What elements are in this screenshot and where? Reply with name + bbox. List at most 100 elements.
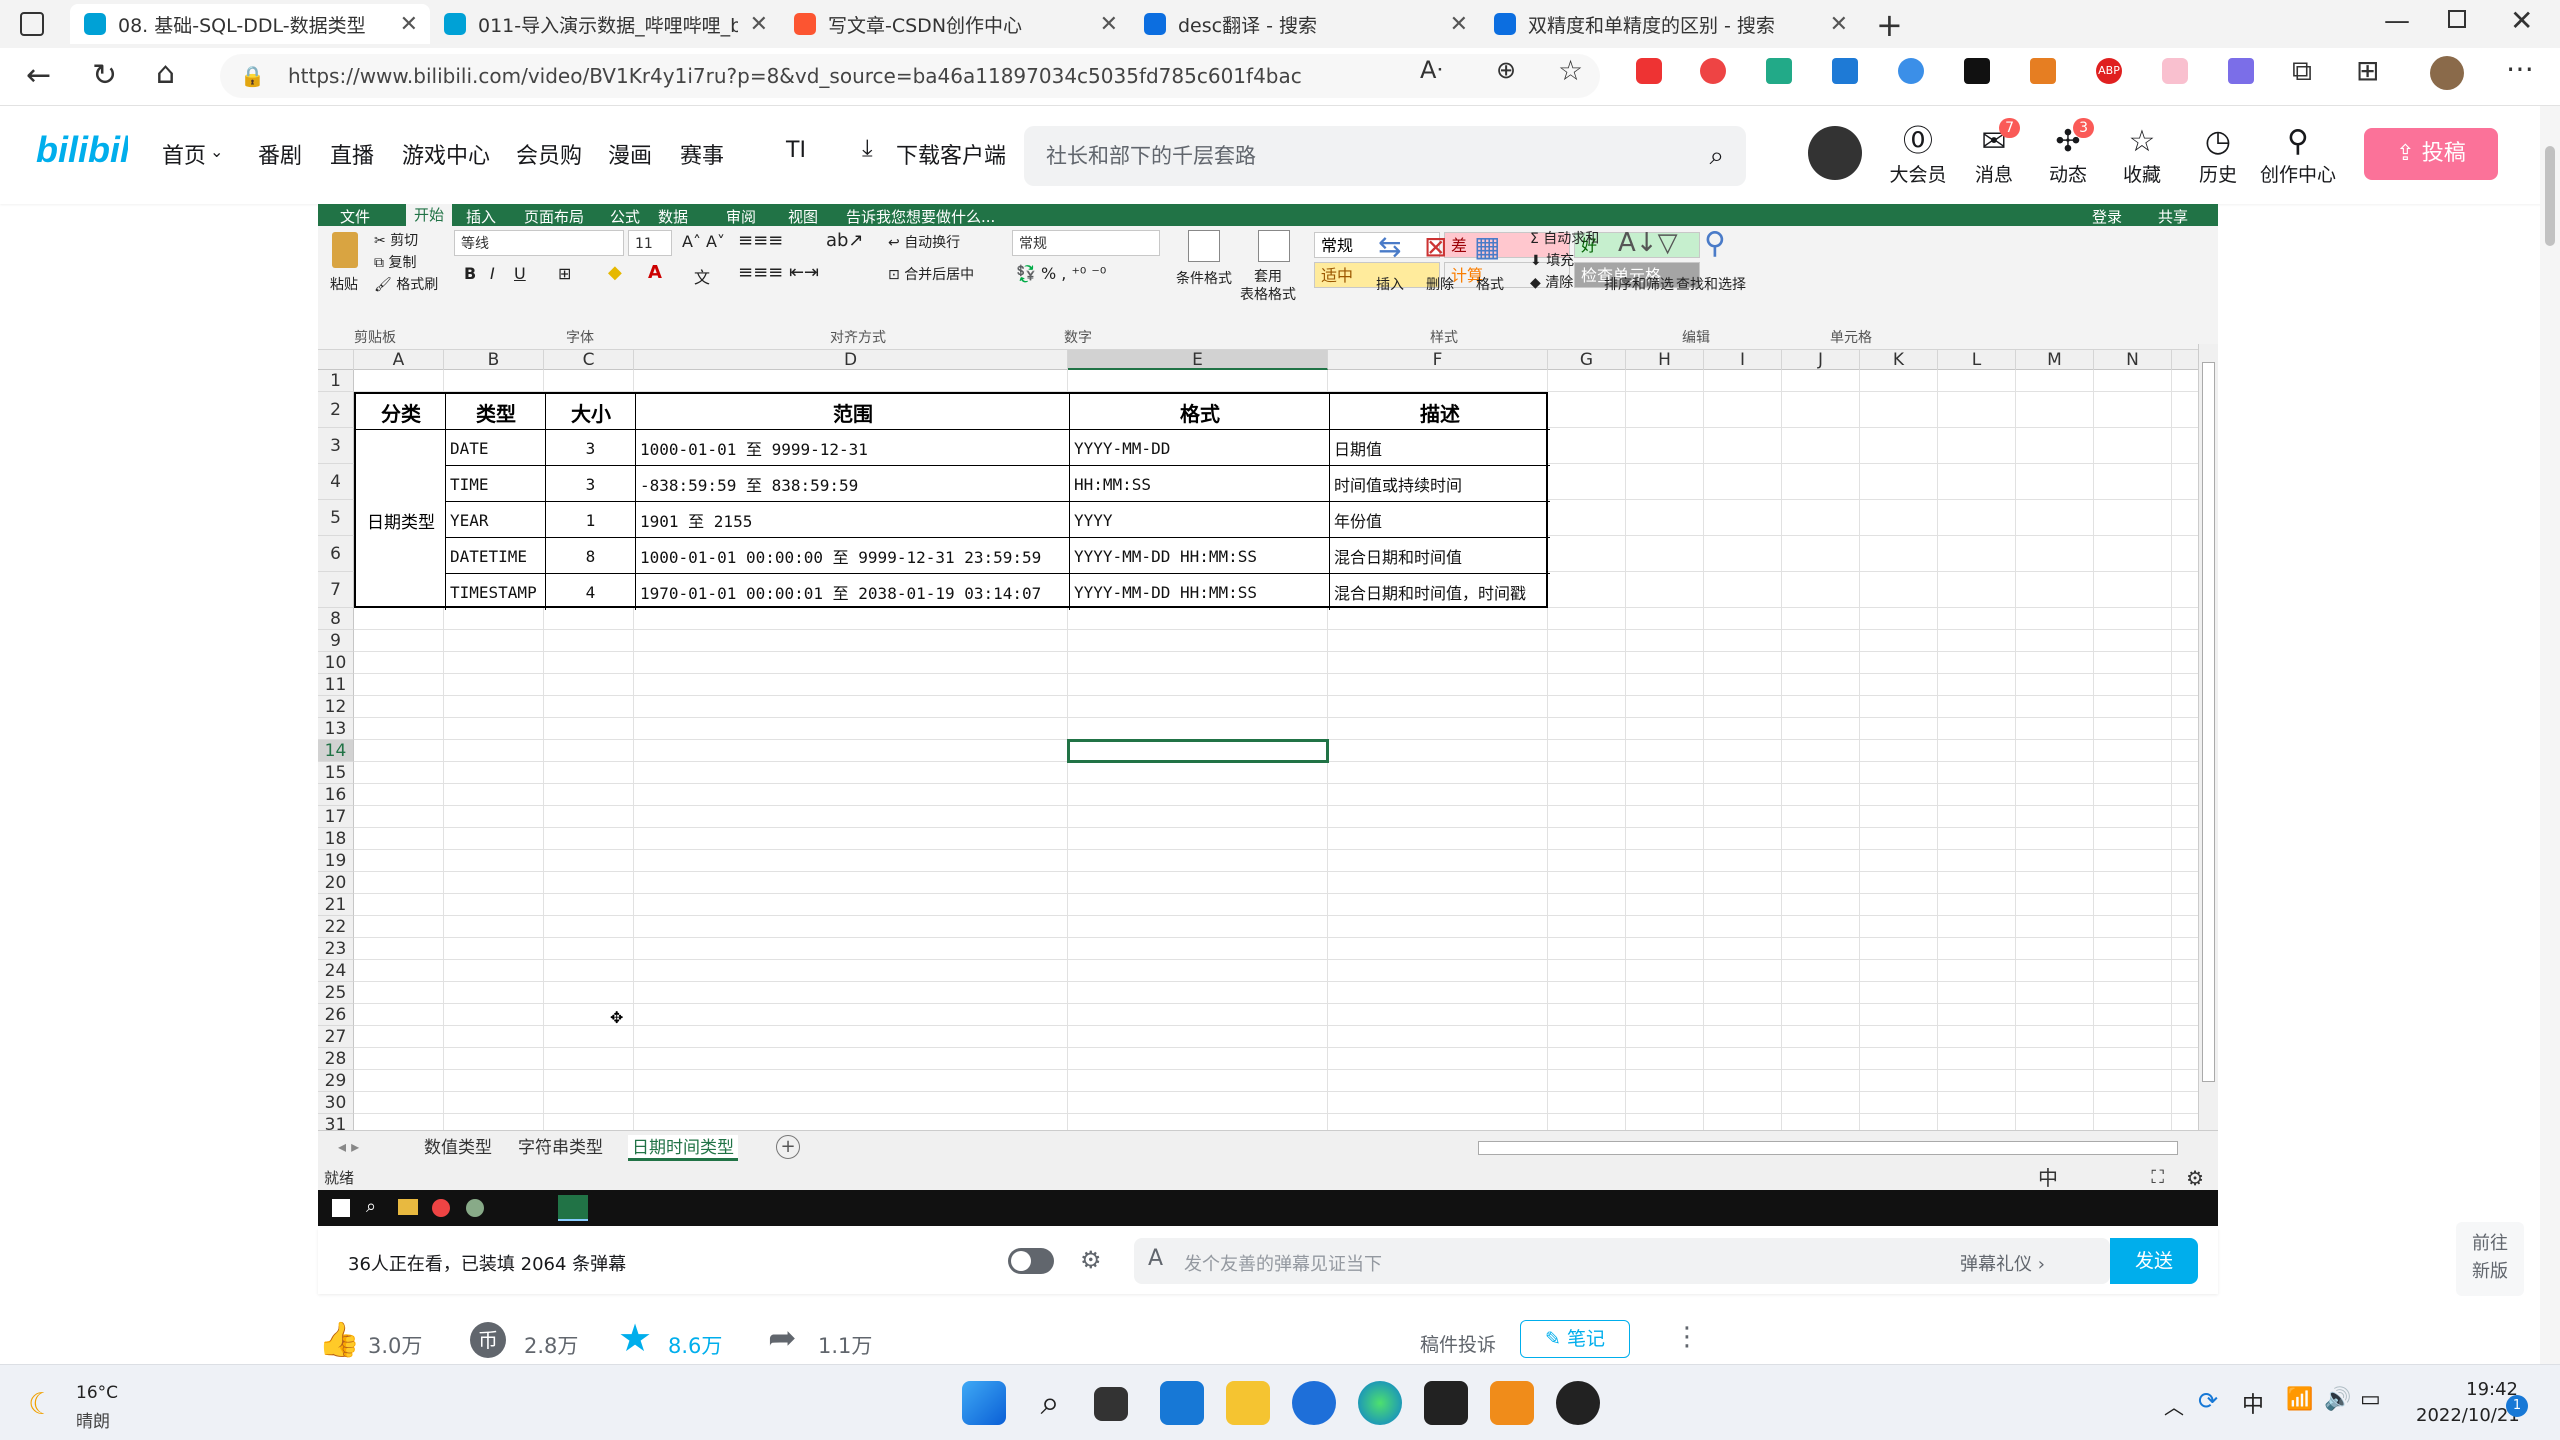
- row-header[interactable]: 16: [318, 784, 354, 806]
- row-header[interactable]: 7: [318, 572, 354, 608]
- nav-item[interactable]: 直播: [330, 138, 374, 170]
- battery-icon[interactable]: ▭: [2360, 1387, 2381, 1412]
- github-icon[interactable]: [1556, 1381, 1600, 1425]
- extension-icon[interactable]: [1766, 58, 1792, 84]
- italic-icon[interactable]: I: [490, 264, 495, 283]
- column-header[interactable]: M: [2016, 350, 2094, 370]
- conditional-format-button[interactable]: 条件格式: [1176, 268, 1232, 288]
- row-header[interactable]: 2: [318, 392, 354, 428]
- column-header[interactable]: K: [1860, 350, 1938, 370]
- wrap-text-button[interactable]: ↩ 自动换行: [888, 232, 960, 252]
- sheet-tab[interactable]: 日期时间类型: [628, 1135, 738, 1161]
- paste-icon[interactable]: [332, 232, 358, 268]
- header-message-item[interactable]: ✉ 消息 7: [1958, 118, 2030, 187]
- row-header[interactable]: 5: [318, 500, 354, 536]
- nav-item[interactable]: 番剧: [258, 138, 302, 170]
- weather-moon-icon[interactable]: ☾: [28, 1387, 55, 1422]
- table-cell[interactable]: 1000-01-01 至 9999-12-31: [636, 430, 1069, 466]
- terminal-icon[interactable]: [1424, 1381, 1468, 1425]
- page-scrollbar-thumb[interactable]: [2545, 146, 2555, 246]
- row-header[interactable]: 31: [318, 1114, 354, 1130]
- table-cell[interactable]: 时间值或持续时间: [1330, 466, 1549, 502]
- download-client-link[interactable]: 下载客户端: [896, 138, 1006, 170]
- table-cell[interactable]: 1: [546, 502, 635, 538]
- font-grow-icon[interactable]: A˄ A˅: [682, 232, 725, 251]
- ribbon-tab[interactable]: 插入: [466, 206, 496, 227]
- copy-button[interactable]: ⧉ 复制: [374, 252, 416, 272]
- table-cell[interactable]: 混合日期和时间值，时间戳: [1330, 574, 1549, 610]
- user-avatar[interactable]: [1808, 126, 1862, 180]
- chevron-down-icon[interactable]: ⌄: [210, 142, 223, 161]
- table-cell[interactable]: 4: [546, 574, 635, 610]
- more-options-icon[interactable]: ⋮: [1674, 1322, 1700, 1352]
- table-cell[interactable]: DATE: [446, 430, 545, 466]
- header-star-item[interactable]: ☆ 收藏: [2106, 124, 2178, 187]
- header-dynamic-item[interactable]: ✣ 动态 3: [2032, 118, 2104, 187]
- close-tab-icon[interactable]: ✕: [1830, 12, 1848, 37]
- windows-start-icon[interactable]: [962, 1381, 1006, 1425]
- adblock-icon[interactable]: ABP: [2096, 58, 2122, 84]
- table-cell[interactable]: YYYY-MM-DD HH:MM:SS: [1070, 574, 1329, 610]
- delete-cells-icon[interactable]: ⊠: [1424, 230, 1447, 263]
- wifi-icon[interactable]: 📶: [2286, 1387, 2313, 1412]
- extension-icon[interactable]: [1898, 58, 1924, 84]
- fill-button[interactable]: ⬇ 填充: [1530, 250, 1574, 270]
- back-icon[interactable]: ←: [26, 58, 51, 93]
- autosum-button[interactable]: Σ 自动求和: [1530, 228, 1599, 248]
- file-explorer-icon[interactable]: [1226, 1381, 1270, 1425]
- column-header[interactable]: D: [634, 350, 1068, 370]
- url-field[interactable]: 🔒 https://www.bilibili.com/video/BV1Kr4y…: [220, 54, 1600, 98]
- old-version-switch[interactable]: 前往 新版: [2456, 1222, 2524, 1296]
- column-header[interactable]: B: [444, 350, 544, 370]
- profile-avatar[interactable]: [2430, 56, 2464, 90]
- row-header[interactable]: 13: [318, 718, 354, 740]
- cell-style-swatch[interactable]: 常规: [1314, 232, 1440, 258]
- align-vertical-icons[interactable]: ≡≡≡: [738, 230, 783, 251]
- row-header[interactable]: 11: [318, 674, 354, 696]
- insert-cells-button[interactable]: 插入: [1376, 274, 1404, 294]
- favorite-star-icon[interactable]: ☆: [1558, 54, 1583, 87]
- column-header[interactable]: H: [1626, 350, 1704, 370]
- row-header[interactable]: 9: [318, 630, 354, 652]
- app-available-icon[interactable]: ⊕: [1496, 56, 1516, 84]
- table-cell[interactable]: 3: [546, 466, 635, 502]
- table-cell[interactable]: YYYY-MM-DD: [1070, 430, 1329, 466]
- danmaku-settings-icon[interactable]: ⚙: [1080, 1246, 1102, 1274]
- sync-icon[interactable]: ⟳: [2198, 1387, 2218, 1415]
- browser-tab[interactable]: 011-导入演示数据_哔哩哔哩_bili ✕: [430, 4, 780, 44]
- collections-icon[interactable]: ⊞: [2356, 54, 2379, 87]
- store-icon[interactable]: [1160, 1381, 1204, 1425]
- maximize-icon[interactable]: [2448, 10, 2466, 28]
- cut-button[interactable]: ✂ 剪切: [374, 230, 418, 250]
- bilibili-logo[interactable]: bilibili: [36, 130, 128, 170]
- extension-icon[interactable]: [2162, 58, 2188, 84]
- search-input[interactable]: 社长和部下的千层套路 ⌕: [1024, 126, 1746, 186]
- table-cell[interactable]: -838:59:59 至 838:59:59: [636, 466, 1069, 502]
- fill-color-icon[interactable]: ◆: [608, 262, 622, 283]
- ribbon-tab[interactable]: 视图: [788, 206, 818, 227]
- table-cell[interactable]: 1970-01-01 00:00:01 至 2038-01-19 03:14:0…: [636, 574, 1069, 610]
- selected-cell[interactable]: [1067, 739, 1329, 763]
- send-danmaku-button[interactable]: 发送: [2110, 1238, 2198, 1284]
- row-header[interactable]: 17: [318, 806, 354, 828]
- tell-me-search[interactable]: 告诉我您想要做什么...: [846, 206, 995, 227]
- login-link[interactable]: 登录: [2092, 206, 2122, 227]
- sheet-nav-arrows[interactable]: ◂ ▸: [338, 1137, 359, 1156]
- header-clock-item[interactable]: ◷ 历史: [2182, 124, 2254, 187]
- align-horizontal-icons[interactable]: ≡≡≡ ⇤⇥: [738, 262, 819, 283]
- merge-center-button[interactable]: ⊡ 合并后居中: [888, 264, 974, 284]
- note-button[interactable]: ✎ 笔记: [1520, 1320, 1630, 1358]
- column-header[interactable]: C: [544, 350, 634, 370]
- extension-icon[interactable]: [1832, 58, 1858, 84]
- insert-cells-icon[interactable]: ⇆: [1378, 230, 1401, 263]
- table-cell[interactable]: TIMESTAMP: [446, 574, 545, 610]
- column-header[interactable]: G: [1548, 350, 1626, 370]
- ribbon-tab[interactable]: 数据: [658, 206, 688, 227]
- like-icon[interactable]: 👍: [318, 1320, 360, 1360]
- close-tab-icon[interactable]: ✕: [400, 12, 418, 37]
- select-all-corner[interactable]: [318, 350, 354, 370]
- extension-icon[interactable]: [2228, 58, 2254, 84]
- minimize-icon[interactable]: —: [2384, 6, 2410, 36]
- row-header[interactable]: 30: [318, 1092, 354, 1114]
- column-header[interactable]: F: [1328, 350, 1548, 370]
